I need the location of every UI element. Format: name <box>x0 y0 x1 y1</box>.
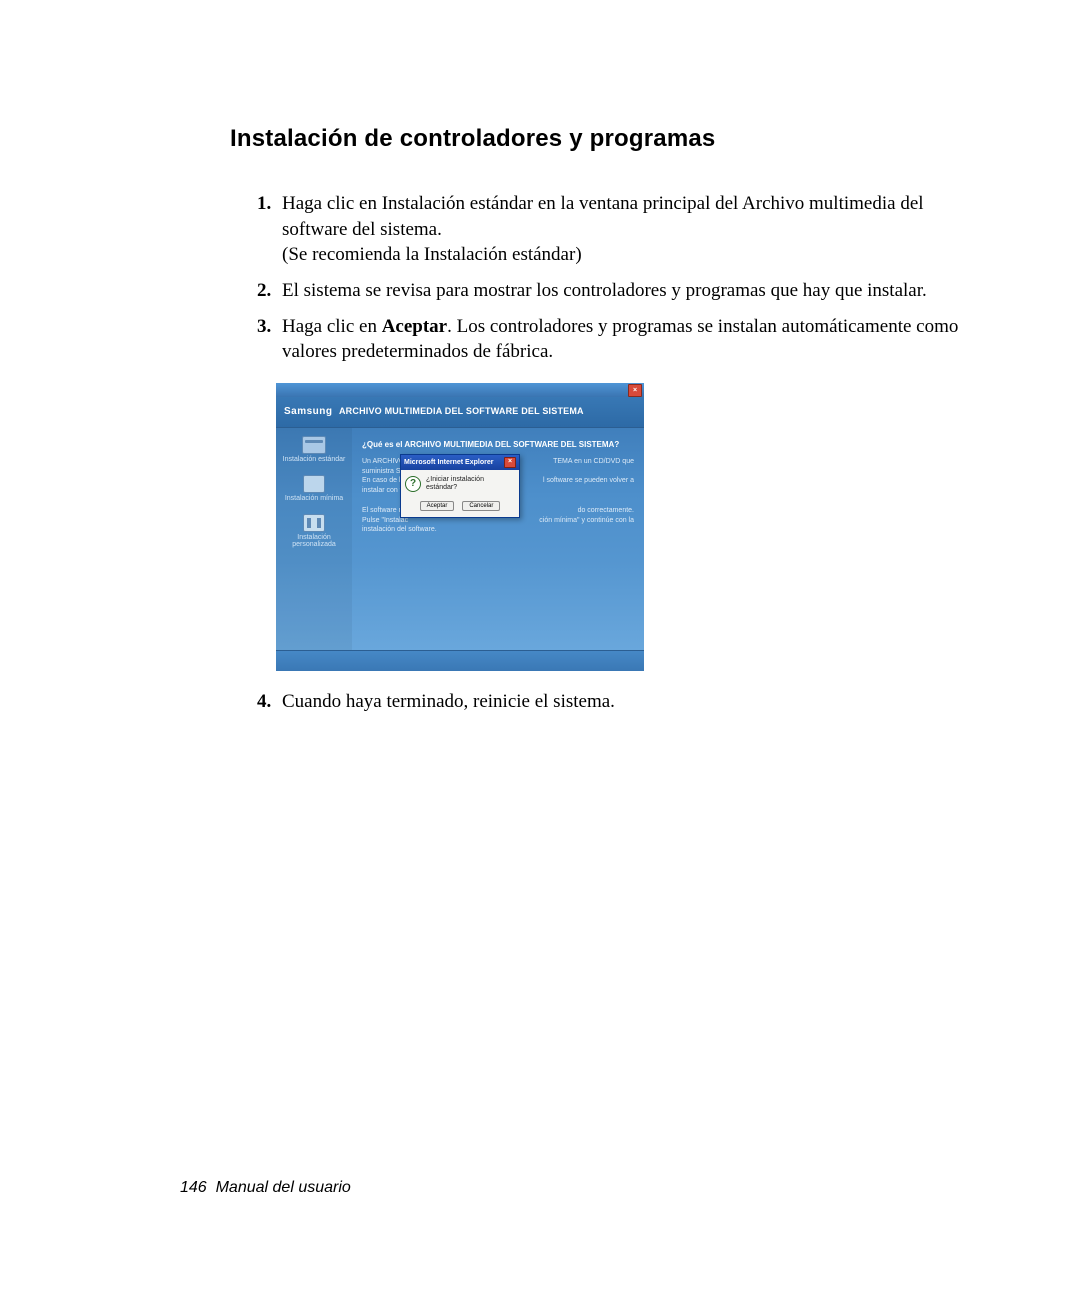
step-1-note: (Se recomienda la Instalación estándar) <box>282 244 582 265</box>
question-icon: ? <box>405 476 421 492</box>
installer-title: ARCHIVO MULTIMEDIA DEL SOFTWARE DEL SIST… <box>339 406 584 416</box>
step-2: El sistema se revisa para mostrar los co… <box>276 278 980 304</box>
confirm-dialog: Microsoft Internet Explorer × ? ¿Iniciar… <box>400 454 520 518</box>
sidebar-item-label: Instalación estándar <box>280 456 348 463</box>
page-number: 146 <box>180 1179 207 1196</box>
dialog-message: ¿Iniciar instalación estándar? <box>426 476 515 493</box>
step-3-pre: Haga clic en <box>282 316 382 337</box>
step-4: Cuando haya terminado, reinicie el siste… <box>276 689 980 715</box>
window-titlebar: × <box>276 383 644 397</box>
installer-sidebar: Instalación estándar Instalación mínima … <box>276 428 352 650</box>
accept-button[interactable]: Aceptar <box>420 501 455 511</box>
text-fragment: ción mínima" y continúe con la <box>539 516 634 526</box>
close-icon[interactable]: × <box>504 457 516 468</box>
instruction-list: Haga clic en Instalación estándar en la … <box>230 191 980 365</box>
content-question: ¿Qué es el ARCHIVO MULTIMEDIA DEL SOFTWA… <box>362 440 634 449</box>
dialog-title-text: Microsoft Internet Explorer <box>404 459 493 466</box>
step-1-text: Haga clic en Instalación estándar en la … <box>282 193 924 240</box>
custom-install-icon <box>303 514 325 532</box>
dialog-titlebar: Microsoft Internet Explorer × <box>401 455 519 470</box>
footer-label: Manual del usuario <box>216 1179 351 1196</box>
step-3: Haga clic en Aceptar. Los controladores … <box>276 314 980 365</box>
embedded-screenshot: × Samsung ARCHIVO MULTIMEDIA DEL SOFTWAR… <box>276 383 980 671</box>
text-fragment: instalación del software. <box>362 526 437 533</box>
standard-install-icon <box>302 436 326 454</box>
step-2-text: El sistema se revisa para mostrar los co… <box>282 280 927 301</box>
step-3-bold: Aceptar <box>382 316 447 337</box>
page-footer: 146 Manual del usuario <box>180 1179 351 1197</box>
step-4-text: Cuando haya terminado, reinicie el siste… <box>282 691 615 712</box>
minimal-install-icon <box>303 475 325 493</box>
text-fragment: TEMA en un CD/DVD que <box>553 457 634 467</box>
sidebar-item-standard[interactable]: Instalación estándar <box>280 436 348 463</box>
sidebar-item-minimal[interactable]: Instalación mínima <box>280 475 348 502</box>
installer-footer <box>276 650 644 671</box>
text-fragment: l software se pueden volver a <box>543 476 634 486</box>
section-heading: Instalación de controladores y programas <box>230 125 980 153</box>
installer-header: Samsung ARCHIVO MULTIMEDIA DEL SOFTWARE … <box>276 397 644 427</box>
step-1: Haga clic en Instalación estándar en la … <box>276 191 980 268</box>
sidebar-item-label: Instalación personalizada <box>280 534 348 548</box>
installer-window: × Samsung ARCHIVO MULTIMEDIA DEL SOFTWAR… <box>276 383 644 671</box>
close-icon[interactable]: × <box>628 384 642 397</box>
cancel-button[interactable]: Cancelar <box>462 501 500 511</box>
sidebar-item-custom[interactable]: Instalación personalizada <box>280 514 348 548</box>
text-fragment: Pulse "Instalac <box>362 517 408 524</box>
installer-content: ¿Qué es el ARCHIVO MULTIMEDIA DEL SOFTWA… <box>352 428 644 650</box>
text-fragment: do correctamente. <box>578 506 634 516</box>
sidebar-item-label: Instalación mínima <box>280 495 348 502</box>
instruction-list-continued: Cuando haya terminado, reinicie el siste… <box>230 689 980 715</box>
brand-label: Samsung <box>284 406 333 417</box>
